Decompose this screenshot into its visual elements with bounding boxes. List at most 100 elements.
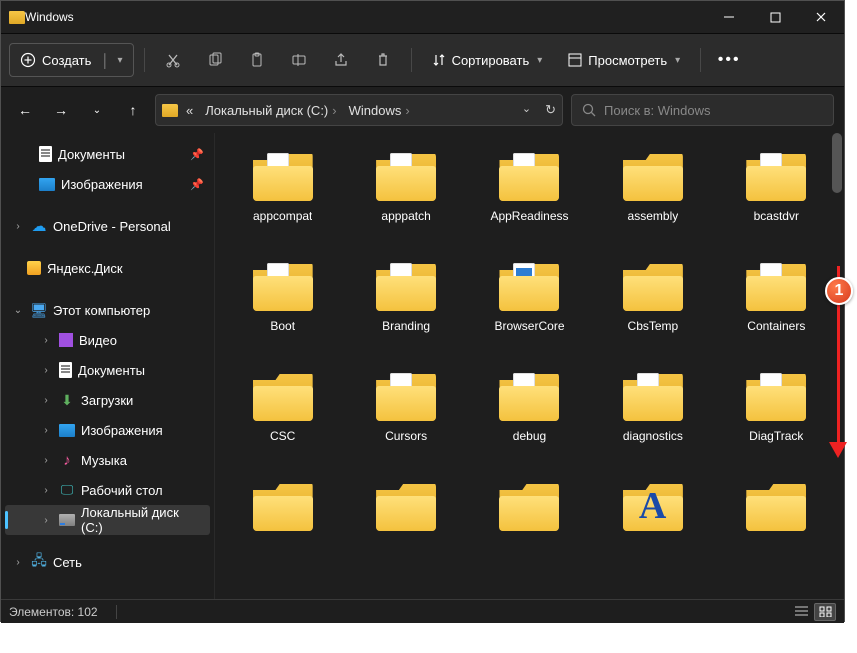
folder-item[interactable]: appcompat — [221, 145, 344, 251]
folder-icon — [746, 261, 806, 311]
sidebar-item-music[interactable]: ›♪Музыка — [5, 445, 210, 475]
folder-grid: appcompat apppatch AppReadiness assembly — [215, 133, 844, 581]
minimize-button[interactable] — [706, 1, 752, 33]
folder-icon — [253, 261, 313, 311]
folder-item[interactable]: DiagTrack — [715, 365, 838, 471]
delete-button[interactable] — [365, 43, 401, 77]
sidebar-item-thispc[interactable]: ⌄🖥Этот компьютер — [5, 295, 210, 325]
folder-item[interactable]: AppReadiness — [468, 145, 591, 251]
folder-icon — [499, 371, 559, 421]
folder-label: Cursors — [385, 429, 427, 443]
refresh-button[interactable]: ↻ — [545, 102, 556, 118]
sidebar-item-video[interactable]: ›Видео — [5, 325, 210, 355]
sidebar-item-network[interactable]: ›🖧Сеть — [5, 547, 210, 577]
pin-icon: 📌 — [190, 178, 204, 191]
folder-item[interactable]: A — [591, 475, 714, 581]
network-icon: 🖧 — [31, 554, 47, 570]
window-title: Windows — [25, 10, 74, 24]
navbar: ← → ⌄ ↑ « Локальный диск (C:) › Windows … — [1, 87, 844, 133]
sidebar-item-pictures[interactable]: Изображения📌 — [5, 169, 210, 199]
folder-item[interactable]: Boot — [221, 255, 344, 361]
folder-label: bcastdvr — [754, 209, 799, 223]
folder-item[interactable]: CSC — [221, 365, 344, 471]
folder-icon — [499, 481, 559, 531]
copy-button[interactable] — [197, 43, 233, 77]
folder-item[interactable]: debug — [468, 365, 591, 471]
folder-label: CbsTemp — [628, 319, 679, 333]
sidebar-item-cdrive[interactable]: ›Локальный диск (C:) — [5, 505, 210, 535]
view-icon — [568, 53, 582, 67]
search-input[interactable]: Поиск в: Windows — [571, 94, 834, 126]
folder-item[interactable]: assembly — [591, 145, 714, 251]
yandex-disk-icon — [27, 261, 41, 275]
crumb-folder[interactable]: Windows › — [345, 103, 414, 118]
share-button[interactable] — [323, 43, 359, 77]
folder-icon — [499, 261, 559, 311]
folder-item[interactable]: bcastdvr — [715, 145, 838, 251]
pictures-icon — [59, 424, 75, 437]
scrollbar-thumb[interactable] — [832, 133, 842, 193]
pc-icon: 🖥 — [31, 302, 47, 318]
folder-item[interactable]: apppatch — [344, 145, 467, 251]
icons-view-button[interactable] — [814, 603, 836, 621]
sidebar-item-documents[interactable]: Документы📌 — [5, 139, 210, 169]
desktop-icon: 🖵 — [59, 482, 75, 498]
folder-item[interactable]: diagnostics — [591, 365, 714, 471]
sort-label: Сортировать — [452, 53, 530, 68]
folder-icon: A — [623, 481, 683, 531]
recent-button[interactable]: ⌄ — [83, 96, 111, 124]
sidebar-item-pictures2[interactable]: ›Изображения — [5, 415, 210, 445]
sidebar-item-desktop[interactable]: ›🖵Рабочий стол — [5, 475, 210, 505]
folder-item[interactable] — [715, 475, 838, 581]
back-button[interactable]: ← — [11, 96, 39, 124]
sort-button[interactable]: Сортировать▾ — [422, 43, 553, 77]
annotation-badge-1: 1 — [825, 277, 853, 305]
maximize-button[interactable] — [752, 1, 798, 33]
address-bar[interactable]: « Локальный диск (C:) › Windows › ⌄ ↻ — [155, 94, 563, 126]
view-button[interactable]: Просмотреть▾ — [558, 43, 690, 77]
folder-item[interactable] — [344, 475, 467, 581]
sidebar-item-downloads[interactable]: ›⬇Загрузки — [5, 385, 210, 415]
crumb-root[interactable]: « — [182, 103, 197, 118]
close-button[interactable] — [798, 1, 844, 33]
folder-icon — [623, 151, 683, 201]
details-view-button[interactable] — [790, 603, 812, 621]
pictures-icon — [39, 178, 55, 191]
folder-label: DiagTrack — [749, 429, 803, 443]
rename-button[interactable] — [281, 43, 317, 77]
folder-label: Boot — [270, 319, 295, 333]
folder-item[interactable]: Containers — [715, 255, 838, 361]
sidebar-item-documents2[interactable]: ›Документы — [5, 355, 210, 385]
up-button[interactable]: ↑ — [119, 96, 147, 124]
folder-item[interactable]: CbsTemp — [591, 255, 714, 361]
folder-icon — [253, 481, 313, 531]
folder-item[interactable]: BrowserCore — [468, 255, 591, 361]
sort-icon — [432, 53, 446, 67]
sidebar-item-onedrive[interactable]: ›☁OneDrive - Personal — [5, 211, 210, 241]
more-button[interactable]: ••• — [711, 43, 747, 77]
collapse-icon[interactable]: ⌄ — [11, 305, 25, 316]
new-button[interactable]: Создать │▾ — [9, 43, 134, 77]
expand-icon[interactable]: › — [11, 221, 25, 232]
folder-icon — [253, 151, 313, 201]
folder-label: diagnostics — [623, 429, 683, 443]
folder-icon — [376, 481, 436, 531]
cut-button[interactable] — [155, 43, 191, 77]
sidebar-item-yandex[interactable]: Яндекс.Диск — [5, 253, 210, 283]
paste-button[interactable] — [239, 43, 275, 77]
view-label: Просмотреть — [588, 53, 667, 68]
pin-icon: 📌 — [190, 148, 204, 161]
folder-label: apppatch — [381, 209, 430, 223]
drive-icon — [59, 514, 75, 526]
folder-icon — [253, 371, 313, 421]
address-dropdown-icon[interactable]: ⌄ — [522, 102, 531, 118]
folder-label: appcompat — [253, 209, 312, 223]
sidebar: Документы📌 Изображения📌 ›☁OneDrive - Per… — [1, 133, 215, 599]
item-count-label: Элементов: 102 — [9, 605, 98, 619]
crumb-drive[interactable]: Локальный диск (C:) › — [201, 103, 340, 118]
folder-item[interactable] — [221, 475, 344, 581]
folder-item[interactable]: Cursors — [344, 365, 467, 471]
forward-button[interactable]: → — [47, 96, 75, 124]
folder-item[interactable]: Branding — [344, 255, 467, 361]
folder-item[interactable] — [468, 475, 591, 581]
